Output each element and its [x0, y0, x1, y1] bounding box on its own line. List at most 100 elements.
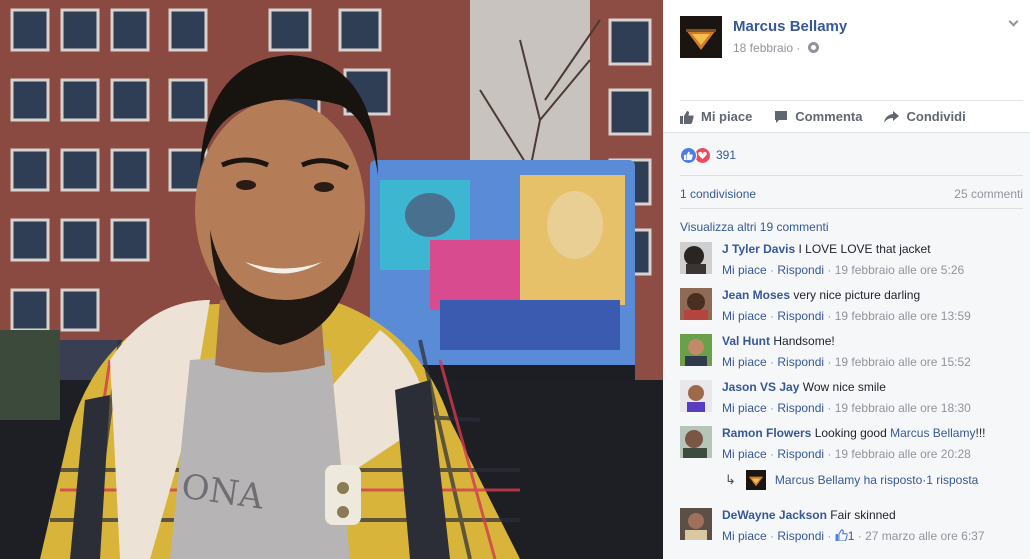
meta-separator: ·: [766, 447, 778, 461]
comment-reply-link[interactable]: Rispondi: [777, 529, 824, 543]
commenter-name[interactable]: Jean Moses: [722, 288, 790, 302]
comment-time[interactable]: 27 marzo alle ore 6:37: [865, 529, 984, 543]
post-date-text[interactable]: 18 febbraio: [733, 41, 793, 55]
comment-like-link[interactable]: Mi piace: [722, 309, 767, 323]
commenter-avatar[interactable]: [680, 426, 712, 458]
meta-separator: ·: [766, 263, 778, 277]
commenter-name[interactable]: DeWayne Jackson: [722, 508, 827, 522]
comment-body: Val Hunt Handsome!: [722, 334, 835, 348]
comment-text: Fair skinned: [830, 508, 896, 522]
meta-separator: ·: [824, 263, 835, 277]
comment-item: Jean Moses very nice picture darling Mi …: [680, 288, 1025, 332]
meta-separator: ·: [766, 309, 778, 323]
meta-separator: ·: [824, 447, 835, 461]
post-panel: Marcus Bellamy 18 febbraio · Mi piace Co…: [663, 0, 1030, 559]
comment-icon: [775, 110, 788, 123]
comment-time[interactable]: 19 febbraio alle ore 5:26: [835, 263, 964, 277]
commenter-name[interactable]: J Tyler Davis: [722, 242, 795, 256]
reply-text: Marcus Bellamy ha risposto: [774, 473, 923, 487]
commenter-avatar[interactable]: [680, 508, 712, 540]
thumbs-up-icon: [680, 110, 694, 124]
author-avatar[interactable]: [680, 16, 722, 58]
comment-like-link[interactable]: Mi piace: [722, 263, 767, 277]
meta-separator: ·: [766, 401, 778, 415]
view-more-comments-link[interactable]: Visualizza altri 19 commenti: [680, 220, 829, 234]
reply-count: 1 risposta: [926, 473, 979, 487]
view-replies-link[interactable]: ↳ Marcus Bellamy ha risposto · 1 rispost…: [725, 470, 978, 490]
comment-text: Wow nice smile: [802, 380, 886, 394]
comment-meta: Mi piace · Rispondi · 19 febbraio alle o…: [722, 309, 971, 323]
like-button[interactable]: Mi piace: [680, 109, 752, 124]
like-label: Mi piace: [701, 109, 753, 124]
comment-button[interactable]: Commenta: [774, 109, 862, 124]
comment-reply-link[interactable]: Rispondi: [777, 309, 824, 323]
comment-mention[interactable]: Marcus Bellamy: [890, 426, 975, 440]
comment-like-link[interactable]: Mi piace: [722, 401, 767, 415]
reactions-summary[interactable]: 391: [680, 146, 736, 164]
comment-like-link[interactable]: Mi piace: [722, 447, 767, 461]
commenter-name[interactable]: Ramon Flowers: [722, 426, 811, 440]
meta-separator: ·: [824, 309, 835, 323]
comment-reply-link[interactable]: Rispondi: [777, 401, 824, 415]
comment-time[interactable]: 19 febbraio alle ore 20:28: [835, 447, 971, 461]
reaction-count[interactable]: 391: [716, 148, 736, 162]
comment-count-link[interactable]: 25 commenti: [954, 187, 1023, 201]
comment-body: Jason VS Jay Wow nice smile: [722, 380, 886, 394]
meta-separator: ·: [824, 355, 835, 369]
comment-time[interactable]: 19 febbraio alle ore 13:59: [835, 309, 971, 323]
comment-text: Handsome!: [773, 334, 835, 348]
share-label: Condividi: [906, 109, 966, 124]
commenter-avatar[interactable]: [680, 288, 712, 320]
shares-link[interactable]: 1 condivisione: [680, 187, 756, 201]
comment-label: Commenta: [795, 109, 863, 124]
comment-reply-link[interactable]: Rispondi: [777, 355, 824, 369]
meta-separator: ·: [766, 355, 778, 369]
comment-item: Val Hunt Handsome! Mi piace · Rispondi ·…: [680, 334, 1025, 378]
comment-body: DeWayne Jackson Fair skinned: [722, 508, 896, 522]
comment-like-link[interactable]: Mi piace: [722, 529, 767, 543]
like-reaction-icon: [680, 146, 697, 164]
meta-separator: ·: [824, 529, 835, 543]
reply-author-avatar: [745, 470, 766, 490]
comment-meta: Mi piace · Rispondi · 19 febbraio alle o…: [722, 401, 971, 415]
post-date: 18 febbraio ·: [733, 41, 819, 55]
comment-meta: Mi piace · Rispondi · 1 · 27 marzo alle …: [722, 529, 985, 543]
comment-item: DeWayne Jackson Fair skinned Mi piace · …: [680, 508, 1025, 552]
post-photo[interactable]: ONA: [0, 0, 663, 559]
comment-meta: Mi piace · Rispondi · 19 febbraio alle o…: [722, 263, 964, 277]
commenter-name[interactable]: Val Hunt: [722, 334, 770, 348]
comment-time[interactable]: 19 febbraio alle ore 15:52: [835, 355, 971, 369]
commenter-avatar[interactable]: [680, 334, 712, 366]
comment-body: Ramon Flowers Looking good Marcus Bellam…: [722, 426, 986, 440]
comment-text: very nice picture darling: [793, 288, 921, 302]
share-stats-row: 1 condivisione 25 commenti: [680, 175, 1023, 209]
comment-meta: Mi piace · Rispondi · 19 febbraio alle o…: [722, 447, 971, 461]
comment-like-count-icon: [835, 529, 848, 542]
commenter-avatar[interactable]: [680, 380, 712, 412]
reply-arrow-icon: ↳: [725, 472, 736, 487]
comment-item: J Tyler Davis I LOVE LOVE that jacket Mi…: [680, 242, 1025, 286]
selfie-image: ONA: [0, 0, 663, 559]
meta-separator: ·: [766, 529, 778, 543]
comment-meta: Mi piace · Rispondi · 19 febbraio alle o…: [722, 355, 971, 369]
comment-time[interactable]: 19 febbraio alle ore 18:30: [835, 401, 971, 415]
globe-icon: [807, 42, 819, 53]
share-arrow-icon: [884, 110, 900, 123]
comment-reply-link[interactable]: Rispondi: [777, 263, 824, 277]
commenter-avatar[interactable]: [680, 242, 712, 274]
comment-text: Looking good: [814, 426, 887, 440]
post-actions: Mi piace Commenta Condividi: [680, 100, 1023, 132]
comment-body: Jean Moses very nice picture darling: [722, 288, 920, 302]
meta-separator: ·: [854, 529, 866, 543]
share-button[interactable]: Condividi: [884, 109, 966, 124]
comment-text: I LOVE LOVE that jacket: [798, 242, 931, 256]
post-header: Marcus Bellamy 18 febbraio ·: [680, 16, 1020, 60]
comment-reply-link[interactable]: Rispondi: [777, 447, 824, 461]
comment-suffix: !!!: [975, 426, 986, 440]
meta-separator: ·: [824, 401, 835, 415]
comment-item: Jason VS Jay Wow nice smile Mi piace · R…: [680, 380, 1025, 424]
author-name[interactable]: Marcus Bellamy: [733, 18, 847, 35]
comment-like-link[interactable]: Mi piace: [722, 355, 767, 369]
commenter-name[interactable]: Jason VS Jay: [722, 380, 799, 394]
comment-body: J Tyler Davis I LOVE LOVE that jacket: [722, 242, 931, 256]
